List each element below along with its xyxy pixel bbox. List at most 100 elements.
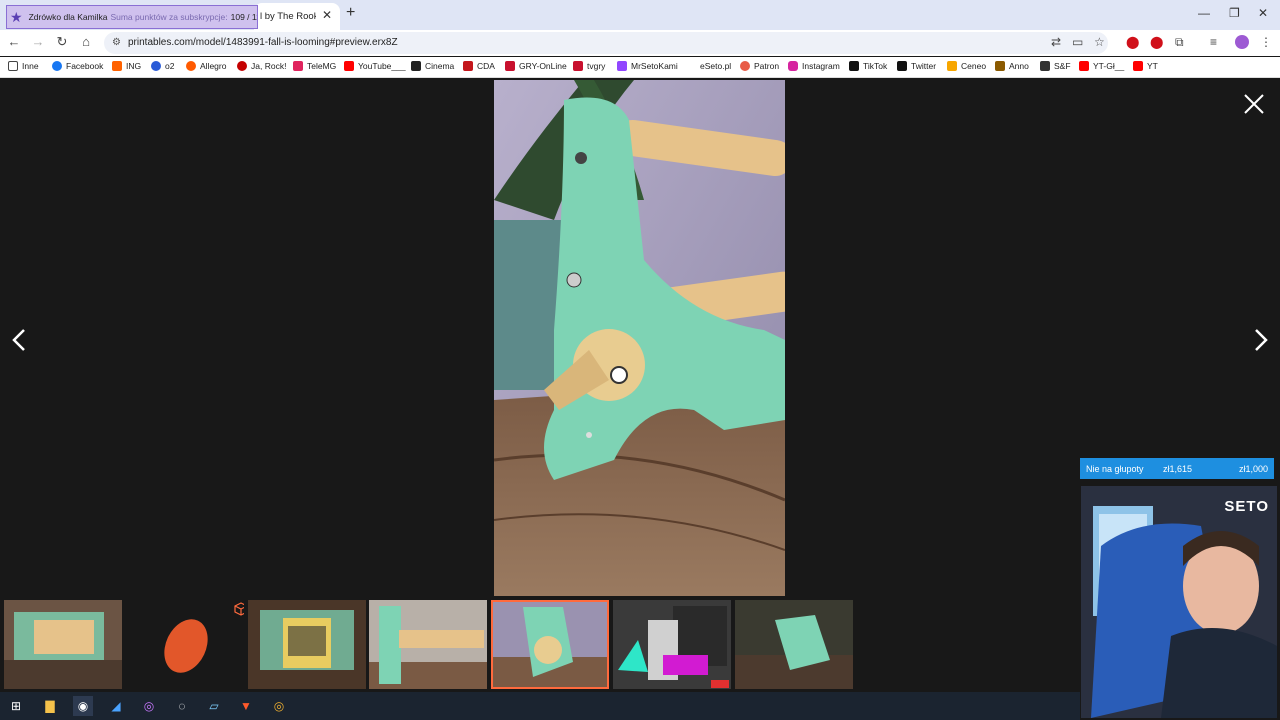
bookmark-item[interactable]: TeleMG [293,61,336,71]
overlay-name: Zdrówko dla Kamilka [28,12,108,22]
close-window-icon[interactable]: ✕ [1258,6,1268,20]
thumbnail-item[interactable] [4,600,122,689]
translate-icon[interactable]: ⇄ [1051,35,1061,49]
donation-label: Nie na głupoty [1086,464,1144,474]
obs-icon[interactable]: ◌ [172,696,192,716]
thumbnail-item[interactable] [126,600,244,689]
forward-icon[interactable]: → [30,34,46,49]
thumbnail-item[interactable] [613,600,731,689]
previous-image-icon[interactable] [8,328,32,352]
address-bar[interactable]: ⚙ printables.com/model/1483991-fall-is-l… [104,32,1108,54]
address-text: printables.com/model/1483991-fall-is-loo… [128,37,398,48]
bookmark-item[interactable]: Patron [740,61,779,71]
app-icon[interactable]: ▱ [204,696,224,716]
allegro-icon [186,61,196,71]
bookmark-item[interactable]: Cinema [411,61,454,71]
site-info-icon[interactable]: ⚙ [112,37,121,48]
taskbar: ⊞ ▇ ◉ ◢ ◎ ◌ ▱ ▼ ◎ [0,692,1080,720]
next-image-icon[interactable] [1248,328,1272,352]
facebook-icon [52,61,62,71]
bookmark-item[interactable]: CDA [463,61,495,71]
youtube-icon [1133,61,1143,71]
ceneo-icon [947,61,957,71]
thumbnail-item-selected[interactable] [491,600,609,689]
bookmark-item[interactable]: Twitter [897,61,936,71]
sf-icon [1040,61,1050,71]
overlay-progress: 109 / 115 [230,12,257,22]
bookmark-item[interactable]: TikTok [849,61,887,71]
brave-icon[interactable]: ▼ [236,696,256,716]
media-icon[interactable]: ≡ [1210,35,1217,49]
close-viewer-icon[interactable] [1242,92,1266,116]
close-tab-icon[interactable]: ✕ [322,8,332,22]
cda-icon [463,61,473,71]
bookmark-item[interactable]: GRY-OnLine [505,61,567,71]
cinema-icon [411,61,421,71]
patron-icon [740,61,750,71]
bookmark-item[interactable]: MrSetoKami [617,61,678,71]
donation-goal: zł1,000 [1238,464,1268,474]
cast-icon[interactable]: ▭ [1072,35,1083,49]
bookmark-item[interactable]: Ceneo [947,61,986,71]
telemg-icon [293,61,303,71]
bookmarks-bar: Inne Facebook ING o2 Allegro Ja, Rock! T… [0,57,1280,78]
bookmark-item[interactable]: S&F [1040,61,1071,71]
gryonline-icon [505,61,515,71]
thumbnail-item[interactable] [369,600,487,689]
tvgry-icon [573,61,583,71]
app-icon[interactable]: ◎ [269,696,289,716]
screen: l by The Rookie ✕ + — ❐ ✕ ★ Zdrówko dla … [0,0,1280,720]
bookmark-star-icon[interactable]: ☆ [1094,35,1105,49]
extensions-icon[interactable]: ⧉ [1175,35,1184,50]
bookmark-item[interactable]: Ja, Rock! [237,61,286,71]
bookmark-item[interactable]: Instagram [788,61,840,71]
bookmark-item[interactable]: o2 [151,61,174,71]
extension-adblock-icon[interactable]: ⬤ [1150,35,1163,49]
3d-model-icon [234,602,244,616]
webcam-feed: SETO [1081,486,1277,718]
back-icon[interactable]: ← [6,34,22,49]
donation-goal-bar: Nie na głupoty zł1,615 zł1,000 [1080,458,1274,479]
anno-icon [995,61,1005,71]
tab-active[interactable]: l by The Rookie ✕ [254,3,340,30]
bookmark-item[interactable]: ING [112,61,141,71]
bookmark-item[interactable]: YT [1133,61,1158,71]
eseto-icon [686,61,696,71]
bookmark-item[interactable]: Anno [995,61,1029,71]
donation-current: zł1,615 [1163,464,1193,474]
file-explorer-icon[interactable]: ▇ [40,696,60,716]
new-tab-icon[interactable]: + [346,4,355,22]
youtube-icon [344,61,354,71]
youtube-icon [1079,61,1089,71]
folder-icon [8,61,18,71]
discord-icon[interactable]: ◎ [139,696,159,716]
home-icon[interactable]: ⌂ [78,34,94,49]
tiktok-icon [849,61,859,71]
thumbnail-item[interactable] [735,600,853,689]
thumbnail-item[interactable] [248,600,366,689]
bookmark-item[interactable]: YT-Gł__ [1079,61,1124,71]
star-icon: ★ [10,8,23,25]
ing-icon [112,61,122,71]
overlay-label: Suma punktów za subskrypcje: [110,12,228,22]
bookmark-item[interactable]: Inne [8,61,39,71]
minimize-icon[interactable]: — [1198,6,1210,20]
app-icon[interactable]: ◢ [106,696,126,716]
jarock-icon [237,61,247,71]
restore-icon[interactable]: ❐ [1229,6,1240,20]
bookmark-item[interactable]: tvgry [573,61,605,71]
chrome-icon[interactable]: ◉ [73,696,93,716]
x-icon [897,61,907,71]
bookmark-item[interactable]: YouTube___ [344,61,406,71]
profile-avatar[interactable] [1235,35,1249,49]
bookmark-item[interactable]: eSeto.pl [686,61,731,71]
menu-icon[interactable]: ⋮ [1260,35,1272,49]
bookmark-item[interactable]: Allegro [186,61,226,71]
windows-start-icon[interactable]: ⊞ [6,696,26,716]
reload-icon[interactable]: ↻ [54,34,70,50]
main-preview-image [494,80,785,596]
extension-record-icon[interactable]: ⬤ [1126,35,1139,49]
o2-icon [151,61,161,71]
webcam-brand: SETO [1224,498,1269,515]
bookmark-item[interactable]: Facebook [52,61,103,71]
